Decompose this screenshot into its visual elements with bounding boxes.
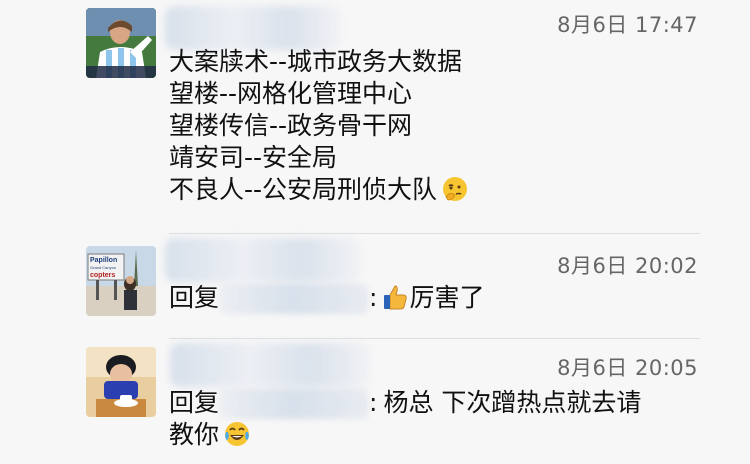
comment-line-with-emoji: 教你 [169,419,641,451]
comment-timestamp: 8月6日 17:47 [557,13,698,37]
comment-text: 教你 [169,420,220,449]
avatar-sign-line: Papillon [90,257,117,264]
comment-text: 杨总 下次蹭热点就去请 [383,388,642,417]
thinking-face-icon [441,175,469,203]
comment-line: 大案牍术--城市政务大数据 [169,47,463,76]
comment-line: 望楼传信--政务骨干网 [169,111,413,140]
comment-body: 大案牍术--城市政务大数据 望楼--网格化管理中心 望楼传信--政务骨干网 靖安… [169,46,469,206]
avatar-sign-line: copters [90,272,115,279]
comment-body: 回复: 杨总 下次蹭热点就去请 教你 [169,387,641,451]
comment-body: 回复: 厉害了 [169,282,484,314]
reply-line: 回复: 厉害了 [169,282,484,314]
avatar[interactable] [86,8,156,78]
comment-timestamp: 8月6日 20:02 [557,254,698,278]
reply-separator: : [369,283,378,312]
reply-line: 回复: 杨总 下次蹭热点就去请 [169,387,641,419]
reply-prefix: 回复 [169,283,220,312]
reply-target-redacted[interactable] [219,389,370,419]
thumbs-up-icon [381,283,409,311]
comment-line-with-emoji: 不良人--公安局刑侦大队 [169,174,469,206]
avatar[interactable]: Papillon Grand Canyon copters [86,246,156,316]
comment-text: 厉害了 [409,283,485,312]
username-redacted[interactable] [165,238,360,282]
comment-item[interactable]: Papillon Grand Canyon copters 8月6日 20:02… [0,234,750,338]
tears-of-joy-icon [223,420,251,448]
avatar-soccer-player-image [86,8,156,78]
avatar-grand-canyon-sign-image: Papillon Grand Canyon copters [86,246,156,316]
comment-item[interactable]: 8月6日 20:05 回复: 杨总 下次蹭热点就去请 教你 [0,339,750,464]
username-redacted[interactable] [165,6,340,50]
avatar[interactable] [86,347,156,417]
reply-prefix: 回复 [169,388,220,417]
comment-line: 靖安司--安全局 [169,143,338,172]
comment-line: 不良人--公安局刑侦大队 [169,175,438,204]
comment-line: 望楼--网格化管理中心 [169,79,413,108]
avatar-sign-line: Grand Canyon [90,265,116,270]
comment-item[interactable]: 8月6日 17:47 大案牍术--城市政务大数据 望楼--网格化管理中心 望楼传… [0,0,750,232]
avatar-child-with-cup-image [86,347,156,417]
comment-timestamp: 8月6日 20:05 [557,356,698,380]
reply-target-redacted[interactable] [219,284,370,314]
username-redacted[interactable] [170,343,370,387]
reply-separator: : [369,388,378,417]
